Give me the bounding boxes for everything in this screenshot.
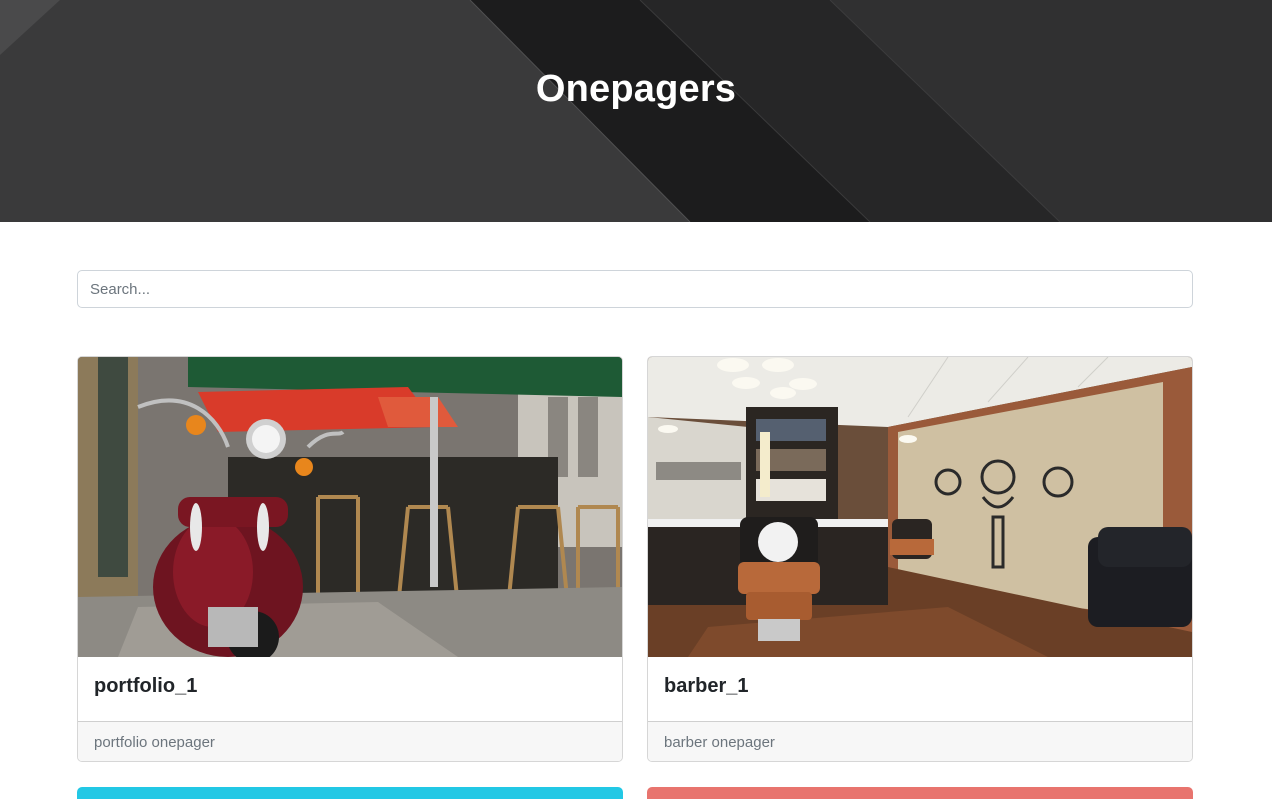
card-image [648, 357, 1192, 657]
onepager-card-partial[interactable] [647, 787, 1193, 799]
card-title: portfolio_1 [94, 675, 198, 697]
card-footer: barber onepager [648, 721, 1192, 761]
hero-banner: Onepagers [0, 0, 1272, 222]
search-input[interactable] [77, 270, 1193, 308]
card-footer: portfolio onepager [78, 721, 622, 761]
onepager-card-barber[interactable]: barber_1 barber onepager [647, 356, 1193, 762]
card-description: portfolio onepager [94, 734, 215, 751]
hero-background-pattern [0, 0, 1272, 222]
card-image [78, 357, 622, 657]
page-title: Onepagers [535, 68, 737, 110]
card-description: barber onepager [664, 734, 775, 751]
onepager-card-portfolio[interactable]: portfolio_1 portfolio onepager [77, 356, 623, 762]
onepager-card-partial[interactable] [77, 787, 623, 799]
card-title: barber_1 [664, 675, 749, 697]
